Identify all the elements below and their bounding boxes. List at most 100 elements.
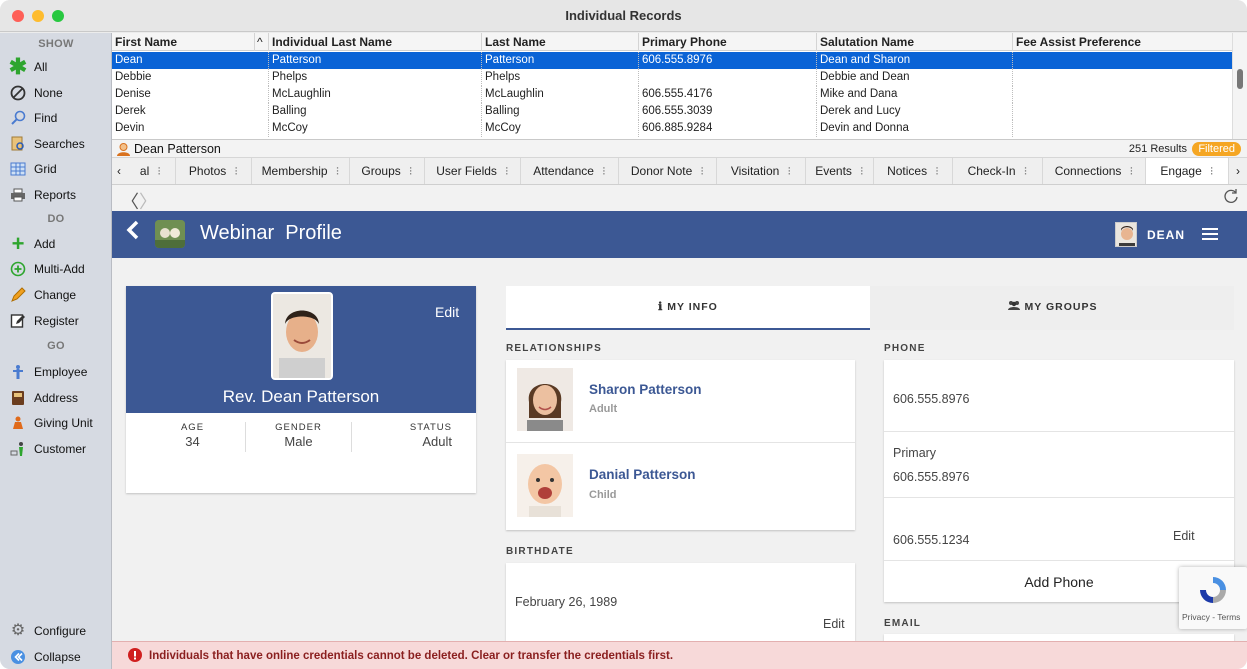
giving-unit-icon	[10, 415, 26, 431]
refresh-icon[interactable]	[1223, 188, 1239, 207]
cell-last-name: McLaughlin	[482, 86, 639, 103]
recaptcha-text: Privacy - Terms	[1182, 612, 1241, 622]
table-row[interactable]: Devin McCoy McCoy 606.885.9284 Devin and…	[112, 120, 1234, 137]
cell-primary-phone	[639, 69, 817, 86]
phone-number: 606.555.8976	[893, 392, 970, 406]
stat-label: GENDER	[275, 422, 322, 433]
relationship-item[interactable]: Sharon Patterson Adult	[506, 360, 855, 443]
hamburger-menu-icon[interactable]	[1202, 227, 1218, 244]
profile-full-name: Rev. Dean Patterson	[222, 387, 380, 406]
webinar-title: Webinar Profile	[200, 222, 342, 244]
sidebar-item-address[interactable]: Address	[0, 386, 112, 410]
tab-events[interactable]: Events ⁝	[806, 158, 874, 184]
tab-general[interactable]: al ⁝	[126, 158, 176, 184]
sidebar-item-find[interactable]: Find	[0, 106, 112, 130]
magnifier-icon	[10, 110, 26, 126]
cell-first-name: Devin	[112, 120, 269, 137]
email-heading: EMAIL	[884, 618, 922, 629]
relationships-card: Sharon Patterson Adult Danial Patterson …	[506, 360, 855, 530]
cell-salutation-name: Debbie and Dean	[817, 69, 1013, 86]
edit-birthdate-button[interactable]: Edit	[823, 617, 845, 631]
grid-scrollbar[interactable]	[1232, 33, 1247, 139]
edit-phone-button[interactable]: Edit	[1173, 529, 1195, 543]
table-row[interactable]: Denise McLaughlin McLaughlin 606.555.417…	[112, 86, 1234, 103]
tab-connections[interactable]: Connections ⁝	[1043, 158, 1146, 184]
sidebar: SHOW ✱ All None Find Searches Grid Repor…	[0, 33, 112, 669]
tab-user-fields[interactable]: User Fields ⁝	[425, 158, 521, 184]
cell-fee-assist	[1013, 86, 1234, 103]
tab-membership[interactable]: Membership ⁝	[252, 158, 350, 184]
pencil-icon	[10, 287, 26, 303]
column-header-salutation-name[interactable]: Salutation Name	[817, 33, 1013, 51]
error-banner: Individuals that have online credentials…	[112, 641, 1247, 669]
sidebar-item-customer[interactable]: Customer	[0, 437, 112, 461]
cell-individual-last-name: McCoy	[269, 120, 482, 137]
table-row[interactable]: Debbie Phelps Phelps Debbie and Dean	[112, 69, 1234, 86]
column-header-individual-last-name[interactable]: Individual Last Name	[269, 33, 482, 51]
sidebar-item-label: Change	[34, 288, 77, 302]
sidebar-item-reports[interactable]: Reports	[0, 183, 112, 207]
user-avatar[interactable]	[1115, 222, 1137, 247]
relationship-name[interactable]: Sharon Patterson	[589, 382, 702, 397]
sidebar-item-searches[interactable]: Searches	[0, 132, 112, 156]
tab-my-groups[interactable]: MY GROUPS	[870, 286, 1234, 330]
phone-number: 606.555.1234	[893, 533, 970, 547]
sort-indicator-icon[interactable]: ^	[255, 33, 269, 51]
collapse-icon	[10, 649, 26, 665]
sidebar-item-multi-add[interactable]: Multi-Add	[0, 257, 112, 281]
tab-visitation[interactable]: Visitation ⁝	[717, 158, 806, 184]
scrollbar-thumb[interactable]	[1237, 69, 1243, 89]
cell-first-name: Denise	[112, 86, 269, 103]
cell-last-name: McCoy	[482, 120, 639, 137]
table-row[interactable]: Derek Balling Balling 606.555.3039 Derek…	[112, 103, 1234, 120]
column-header-primary-phone[interactable]: Primary Phone	[639, 33, 817, 51]
relationship-name[interactable]: Danial Patterson	[589, 467, 696, 482]
sidebar-item-label: Reports	[34, 188, 77, 202]
tab-notices[interactable]: Notices ⁝	[874, 158, 953, 184]
column-header-fee-assist-preference[interactable]: Fee Assist Preference	[1013, 33, 1234, 51]
tab-label: Membership	[261, 164, 328, 178]
tab-photos[interactable]: Photos ⁝	[176, 158, 252, 184]
tab-attendance[interactable]: Attendance ⁝	[521, 158, 619, 184]
tabs-scroll-left-icon[interactable]: ‹	[112, 158, 126, 184]
configure-button[interactable]: ⚙ Configure	[0, 619, 112, 643]
edit-profile-button[interactable]: Edit	[435, 304, 459, 320]
tab-my-info[interactable]: ℹ MY INFO	[506, 286, 870, 330]
tab-engage[interactable]: Engage ⁝	[1146, 158, 1229, 184]
relationships-heading: RELATIONSHIPS	[506, 343, 602, 354]
tab-groups[interactable]: Groups ⁝	[350, 158, 425, 184]
grid-header: First Name ^ Individual Last Name Last N…	[112, 33, 1234, 51]
collapse-button[interactable]: Collapse	[0, 645, 112, 669]
multi-add-icon	[10, 261, 26, 277]
sidebar-header-show: SHOW	[38, 38, 74, 50]
sidebar-header-go: GO	[47, 340, 65, 352]
window-title: Individual Records	[565, 8, 682, 23]
tabs-scroll-right-icon[interactable]: ›	[1229, 158, 1247, 184]
tab-label: User Fields	[436, 164, 497, 178]
column-header-first-name[interactable]: First Name	[112, 33, 255, 51]
filtered-badge[interactable]: Filtered	[1192, 142, 1241, 156]
back-chevron-icon[interactable]	[126, 219, 140, 244]
tab-donor-note[interactable]: Donor Note ⁝	[619, 158, 717, 184]
sidebar-item-register[interactable]: Register	[0, 309, 112, 333]
sidebar-item-all[interactable]: ✱ All	[0, 55, 112, 79]
stat-age: AGE 34	[140, 422, 246, 452]
user-name[interactable]: DEAN	[1147, 228, 1185, 242]
sidebar-item-change[interactable]: Change	[0, 283, 112, 307]
person-icon	[116, 142, 131, 159]
cell-primary-phone: 606.885.9284	[639, 120, 817, 137]
cell-first-name: Debbie	[112, 69, 269, 86]
sidebar-item-none[interactable]: None	[0, 81, 112, 105]
sidebar-item-grid[interactable]: Grid	[0, 157, 112, 181]
sidebar-item-employee[interactable]: Employee	[0, 360, 112, 384]
table-row[interactable]: Dean Patterson Patterson 606.555.8976 De…	[112, 52, 1234, 69]
cell-fee-assist	[1013, 103, 1234, 120]
tab-check-in[interactable]: Check-In ⁝	[953, 158, 1043, 184]
relationship-item[interactable]: Danial Patterson Child	[506, 444, 855, 530]
column-header-last-name[interactable]: Last Name	[482, 33, 639, 51]
tab-label: Photos	[188, 164, 227, 178]
sidebar-item-giving-unit[interactable]: Giving Unit	[0, 411, 112, 435]
recaptcha-badge[interactable]: Privacy - Terms	[1179, 567, 1247, 629]
tab-label: Connections	[1054, 164, 1122, 178]
sidebar-item-add[interactable]: + Add	[0, 232, 112, 256]
